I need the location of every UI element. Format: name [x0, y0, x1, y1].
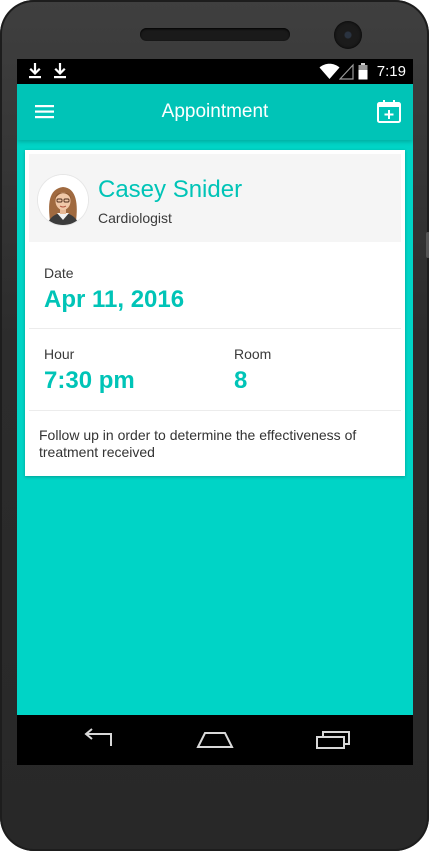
- add-to-calendar-button[interactable]: [374, 97, 404, 127]
- app-title: Appointment: [161, 101, 269, 122]
- home-button[interactable]: [195, 725, 235, 755]
- appointment-card: Casey Snider Cardiologist Date Apr 11, 2…: [25, 150, 405, 476]
- doctor-specialty: Cardiologist: [98, 210, 172, 226]
- hour-label: Hour: [44, 346, 75, 362]
- room-label: Room: [234, 346, 272, 362]
- back-button[interactable]: [78, 725, 118, 755]
- doctor-name: Casey Snider: [98, 176, 243, 203]
- back-icon: [84, 728, 112, 746]
- divider: [29, 328, 401, 329]
- recent-apps-button[interactable]: [313, 725, 353, 755]
- app-bar: Appointment: [17, 84, 413, 140]
- status-time: 7:19: [376, 63, 406, 80]
- status-bar: 7:19: [17, 59, 413, 84]
- date-label: Date: [44, 265, 74, 281]
- earpiece-speaker: [140, 28, 290, 41]
- recent-apps-icon: [316, 731, 350, 749]
- divider: [29, 410, 401, 411]
- navigation-bar: [17, 715, 413, 765]
- front-camera: [334, 21, 362, 49]
- signal-icon: [339, 63, 354, 80]
- phone-frame: 7:19 Appointment Casey Snider Cardiologi…: [0, 0, 429, 851]
- menu-button[interactable]: [31, 98, 59, 126]
- download-icon: [54, 63, 66, 79]
- doctor-photo: [38, 175, 88, 225]
- home-icon: [196, 732, 234, 748]
- calendar-add-icon: [377, 100, 401, 123]
- battery-icon: [358, 63, 368, 80]
- date-value: Apr 11, 2016: [44, 286, 185, 313]
- doctor-header: Casey Snider Cardiologist: [29, 154, 401, 242]
- appointment-notes: Follow up in order to determine the effe…: [39, 427, 357, 460]
- wifi-icon: [319, 63, 340, 79]
- download-icon: [29, 63, 41, 79]
- hamburger-menu-icon: [35, 105, 54, 119]
- doctor-avatar: [38, 175, 88, 225]
- room-value: 8: [234, 367, 248, 394]
- screen: 7:19 Appointment Casey Snider Cardiologi…: [17, 59, 413, 765]
- hour-value: 7:30 pm: [44, 367, 135, 394]
